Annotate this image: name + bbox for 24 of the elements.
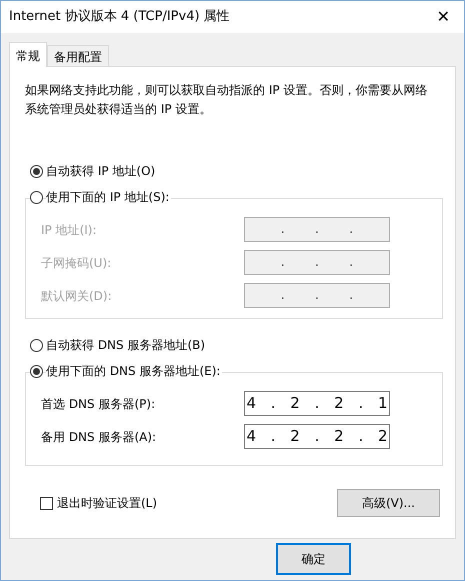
tab[interactable]: 常规 [9,42,47,67]
radio-button[interactable] [30,190,43,204]
field-label: IP 地址(I): [41,222,97,238]
window-title: Internet 协议版本 4 (TCP/IPv4) 属性 [9,8,230,26]
tab[interactable]: 备用配置 [47,45,109,66]
radio-label[interactable]: 自动获得 IP 地址(O) [46,162,158,180]
close-button[interactable]: ✕ [432,5,454,29]
ip-address-field[interactable]: 4 . 2 . 2 . 1 [244,391,390,416]
radio-label[interactable]: 使用下面的 IP 地址(S): [46,188,172,206]
field-label: 默认网关(D): [41,288,112,304]
field-label: 备用 DNS 服务器(A): [41,428,156,446]
radio-label[interactable]: 使用下面的 DNS 服务器地址(E): [46,362,222,380]
radio-button[interactable] [30,164,43,178]
advanced-button[interactable]: 高级(V)... [337,489,440,517]
radio-button[interactable] [30,364,43,378]
field-label: 子网掩码(U): [41,254,112,272]
radio-label[interactable]: 自动获得 DNS 服务器地址(B) [46,336,208,354]
description-text: 如果网络支持此功能，则可以获取自动指派的 IP 设置。否则，你需要从网络系统管理员处获得适当的 IP 设置。 [25,82,428,118]
checkbox[interactable] [40,496,53,510]
radio-button[interactable] [30,338,43,352]
ip-address-field[interactable]: 4 . 2 . 2 . 2 [244,424,390,449]
checkbox-label[interactable]: 退出时验证设置(L) [57,494,158,512]
field-label: 首选 DNS 服务器(P): [41,396,156,412]
ok-button[interactable]: 确定 [276,543,351,575]
